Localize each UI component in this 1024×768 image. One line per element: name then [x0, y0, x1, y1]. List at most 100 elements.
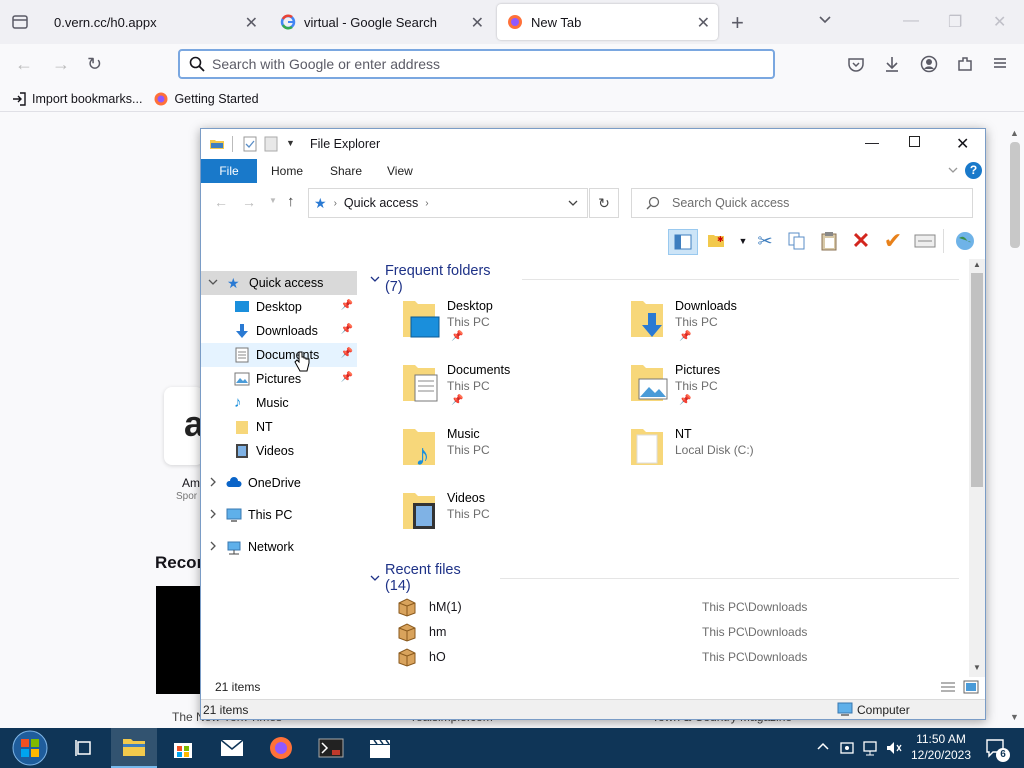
close-icon[interactable]: ✕	[697, 13, 710, 33]
task-view-button[interactable]	[61, 728, 107, 768]
nav-pictures[interactable]: Pictures 📌	[201, 367, 357, 391]
scroll-down-icon[interactable]: ▼	[1010, 712, 1019, 722]
tab-file[interactable]: File	[201, 159, 257, 183]
breadcrumb-quick-access[interactable]: Quick access	[344, 196, 418, 210]
content-scrollbar[interactable]: ▲ ▼	[969, 259, 985, 679]
back-arrow-icon[interactable]: ←	[214, 194, 228, 210]
folder-tile-pictures[interactable]: Pictures This PC 📌	[629, 357, 849, 413]
folder-tile-nt[interactable]: NT Local Disk (C:)	[629, 421, 849, 477]
scroll-thumb[interactable]	[1010, 142, 1020, 248]
globe-icon[interactable]	[953, 229, 977, 253]
taskbar-store[interactable]	[160, 728, 206, 768]
expand-icon[interactable]	[208, 541, 218, 554]
details-view-icon[interactable]	[940, 680, 956, 697]
nav-videos[interactable]: Videos	[201, 439, 357, 463]
properties-icon[interactable]	[243, 136, 257, 155]
network-tray-icon[interactable]	[862, 740, 880, 759]
tab-list-icon[interactable]	[11, 13, 29, 31]
recent-locations-icon[interactable]: ▼	[269, 196, 277, 205]
page-scrollbar[interactable]: ▲ ▼	[1007, 128, 1023, 728]
expand-icon[interactable]	[208, 509, 218, 522]
tab-share[interactable]: Share	[316, 159, 376, 183]
device-icon[interactable]	[839, 740, 855, 759]
refresh-icon[interactable]: ↻	[589, 188, 619, 218]
recent-file-row[interactable]: hO This PC\Downloads	[397, 645, 967, 670]
nav-music[interactable]: ♪ Music	[201, 391, 357, 415]
collapse-icon[interactable]	[369, 572, 381, 584]
clock[interactable]: 11:50 AM 12/20/2023	[906, 731, 976, 763]
frequent-folders-header[interactable]: Frequent folders (7)	[369, 263, 959, 295]
address-dropdown-icon[interactable]	[567, 197, 579, 212]
folder-tile-videos[interactable]: Videos This PC	[401, 485, 621, 541]
maximize-button[interactable]: ❐	[948, 12, 962, 32]
nav-network[interactable]: Network	[201, 535, 357, 559]
collapse-icon[interactable]	[208, 277, 218, 290]
story-image[interactable]	[156, 586, 200, 694]
new-item-dropdown-icon[interactable]: ▼	[731, 229, 755, 253]
nav-nt[interactable]: NT	[201, 415, 357, 439]
rename-check-icon[interactable]: ✔	[881, 228, 905, 253]
expand-icon[interactable]	[208, 477, 218, 490]
taskbar-firefox[interactable]	[258, 728, 304, 768]
nav-desktop[interactable]: Desktop 📌	[201, 295, 357, 319]
scroll-up-icon[interactable]: ▲	[973, 260, 981, 269]
taskbar-clapper[interactable]	[357, 728, 403, 768]
address-bar[interactable]: ★ › Quick access ›	[308, 188, 588, 218]
url-bar[interactable]: Search with Google or enter address	[178, 49, 775, 79]
close-button[interactable]: ✕	[956, 134, 969, 154]
scroll-thumb[interactable]	[971, 273, 983, 487]
tab-home[interactable]: Home	[257, 159, 317, 183]
menu-icon[interactable]	[992, 55, 1008, 74]
nav-quick-access[interactable]: ★ Quick access	[201, 271, 357, 295]
chevron-up-icon[interactable]	[816, 740, 830, 757]
minimize-button[interactable]: —	[865, 134, 879, 150]
volume-muted-icon[interactable]	[885, 740, 903, 759]
taskbar-file-explorer[interactable]	[111, 728, 157, 768]
cut-icon[interactable]: ✂	[753, 229, 777, 253]
bookmark-import[interactable]: Import bookmarks...	[12, 92, 142, 106]
close-icon[interactable]: ✕	[471, 13, 484, 33]
up-arrow-icon[interactable]: ↑	[287, 193, 295, 210]
large-icons-view-icon[interactable]	[963, 680, 979, 697]
back-button[interactable]: ←	[15, 54, 33, 75]
close-icon[interactable]: ✕	[245, 13, 258, 33]
tab-0[interactable]: 0.vern.cc/h0.appx ✕	[44, 4, 266, 40]
copy-icon[interactable]	[785, 229, 809, 253]
nav-this-pc[interactable]: This PC	[201, 503, 357, 527]
tab-view[interactable]: View	[373, 159, 427, 183]
pocket-icon[interactable]	[847, 56, 865, 77]
paste-icon[interactable]	[817, 229, 841, 253]
new-item-icon[interactable]: ✱	[705, 229, 729, 253]
folder-tile-music[interactable]: ♪ Music This PC	[401, 421, 621, 477]
taskbar-terminal[interactable]	[308, 728, 354, 768]
folder-tile-documents[interactable]: Documents This PC 📌	[401, 357, 621, 413]
help-icon[interactable]: ?	[965, 162, 982, 179]
folder-tile-downloads[interactable]: Downloads This PC 📌	[629, 293, 849, 349]
nav-onedrive[interactable]: OneDrive	[201, 471, 357, 495]
nav-downloads[interactable]: Downloads 📌	[201, 319, 357, 343]
recent-file-row[interactable]: hm This PC\Downloads	[397, 620, 967, 645]
new-folder-icon[interactable]	[264, 136, 278, 155]
collapse-icon[interactable]	[369, 273, 381, 285]
download-icon[interactable]	[883, 55, 901, 76]
new-tab-button[interactable]: +	[731, 10, 744, 36]
start-button[interactable]	[4, 728, 56, 768]
folder-tile-desktop[interactable]: Desktop This PC 📌	[401, 293, 621, 349]
preview-pane-icon[interactable]	[668, 229, 698, 255]
forward-button[interactable]: →	[52, 54, 70, 75]
recent-file-row[interactable]: hM(1) This PC\Downloads	[397, 595, 967, 620]
minimize-button[interactable]: —	[903, 12, 919, 30]
chevron-down-icon[interactable]	[818, 12, 832, 29]
forward-arrow-icon[interactable]: →	[242, 194, 256, 210]
reload-button[interactable]: ↻	[87, 54, 102, 75]
account-icon[interactable]	[920, 55, 938, 76]
shortcut-tile[interactable]: a	[164, 387, 204, 465]
tab-2[interactable]: New Tab ✕	[497, 4, 718, 40]
properties-card-icon[interactable]	[913, 229, 937, 253]
nav-documents[interactable]: Documents 📌	[201, 343, 357, 367]
delete-icon[interactable]: ✕	[849, 228, 873, 253]
qat-dropdown-icon[interactable]: ▼	[286, 138, 295, 148]
extensions-icon[interactable]	[956, 55, 974, 76]
scroll-up-icon[interactable]: ▲	[1010, 128, 1019, 138]
taskbar-mail[interactable]	[209, 728, 255, 768]
